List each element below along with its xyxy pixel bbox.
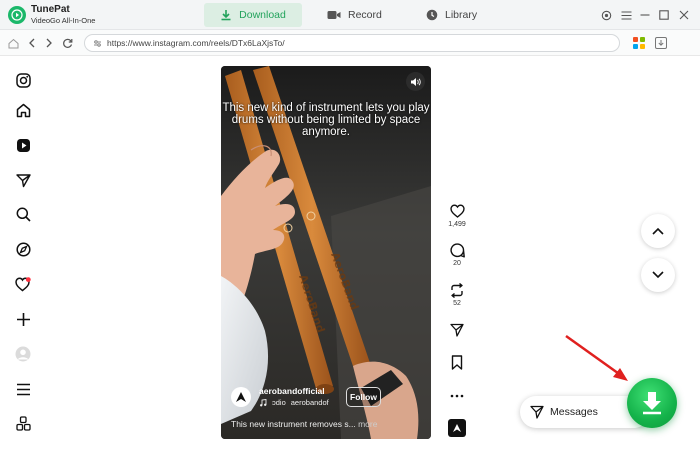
- aeroband-audio-icon: [453, 424, 461, 432]
- address-bar: https://www.instagram.com/reels/DTx6LaXj…: [0, 30, 700, 56]
- tab-library[interactable]: Library: [416, 3, 487, 27]
- share-action[interactable]: [447, 321, 467, 339]
- follow-button[interactable]: Follow: [346, 387, 381, 407]
- download-icon: [221, 10, 231, 21]
- library-icon: [426, 9, 438, 21]
- tunepat-logo-icon: [8, 6, 26, 24]
- chevron-down-icon: [652, 271, 664, 279]
- audio-thumbnail[interactable]: [448, 419, 466, 437]
- home-icon[interactable]: [14, 101, 32, 119]
- save-action[interactable]: [447, 353, 467, 371]
- app-subtitle: VideoGo All-In-One: [31, 16, 96, 25]
- tab-download[interactable]: Download: [204, 3, 302, 27]
- previous-reel-button[interactable]: [641, 214, 675, 248]
- tab-download-label: Download: [239, 9, 286, 21]
- download-video-button[interactable]: [627, 378, 677, 428]
- reels-icon[interactable]: [14, 136, 32, 154]
- close-icon[interactable]: [677, 8, 691, 22]
- aeroband-logo-icon: [236, 392, 246, 402]
- reel-video[interactable]: AeroBand AeroBand This new kind of instr…: [221, 66, 431, 439]
- explore-icon[interactable]: [14, 240, 32, 258]
- tab-library-label: Library: [445, 9, 478, 21]
- apps-grid-icon[interactable]: [632, 36, 646, 50]
- menu-icon[interactable]: [619, 8, 633, 22]
- repost-action[interactable]: 52: [447, 281, 467, 307]
- audio-track: aerobandof: [290, 398, 329, 407]
- more-link[interactable]: more: [358, 419, 377, 429]
- account-name[interactable]: aerobandofficial: [259, 386, 325, 396]
- volume-button[interactable]: [406, 72, 425, 91]
- tab-record[interactable]: Record: [317, 3, 392, 27]
- settings-icon[interactable]: [599, 8, 613, 22]
- meta-apps-icon[interactable]: [14, 414, 32, 432]
- create-plus-icon[interactable]: [14, 310, 32, 328]
- home-nav-icon[interactable]: [6, 36, 20, 50]
- description-text: This new instrument removes s...: [231, 419, 356, 429]
- video-description[interactable]: This new instrument removes s... more: [231, 419, 377, 429]
- search-icon[interactable]: [14, 205, 32, 223]
- reload-icon[interactable]: [60, 36, 74, 50]
- more-options-action[interactable]: [447, 387, 467, 405]
- record-icon: [327, 11, 341, 19]
- bookmark-icon: [447, 353, 467, 371]
- url-text: https://www.instagram.com/reels/DTx6LaXj…: [107, 38, 285, 48]
- title-bar: TunePat VideoGo All-In-One Download Reco…: [0, 0, 700, 30]
- url-input[interactable]: https://www.instagram.com/reels/DTx6LaXj…: [84, 34, 620, 52]
- comment-icon: [447, 241, 467, 259]
- repost-count: 52: [453, 300, 461, 307]
- account-avatar[interactable]: [231, 387, 251, 407]
- download-list-icon[interactable]: [654, 36, 668, 50]
- messages-send-icon: [530, 405, 544, 419]
- download-arrow-icon: [643, 392, 661, 415]
- minimize-icon[interactable]: [638, 8, 652, 22]
- messages-label: Messages: [550, 406, 598, 418]
- next-reel-button[interactable]: [641, 258, 675, 292]
- instagram-logo-icon[interactable]: [14, 71, 32, 89]
- back-icon[interactable]: [25, 36, 39, 50]
- like-count: 1,499: [448, 221, 466, 228]
- tab-record-label: Record: [348, 9, 382, 21]
- comment-action[interactable]: 20: [447, 241, 467, 267]
- app-window: TunePat VideoGo All-In-One Download Reco…: [0, 0, 700, 450]
- share-send-icon: [447, 321, 467, 339]
- notifications-heart-icon[interactable]: [14, 275, 32, 293]
- repost-icon: [447, 281, 467, 299]
- like-heart-icon: [447, 202, 467, 220]
- like-action[interactable]: 1,499: [447, 202, 467, 228]
- app-name: TunePat: [31, 4, 70, 15]
- forward-icon[interactable]: [42, 36, 56, 50]
- more-menu-icon[interactable]: [14, 380, 32, 398]
- video-caption: This new kind of instrument lets you pla…: [222, 102, 430, 138]
- maximize-icon[interactable]: [657, 8, 671, 22]
- comment-count: 20: [453, 260, 461, 267]
- music-note-icon: [260, 398, 267, 406]
- site-info-icon: [94, 40, 101, 47]
- send-icon[interactable]: [14, 171, 32, 189]
- audio-prefix: ɔdio: [272, 398, 286, 407]
- audio-info[interactable]: ɔdio aerobandof: [259, 398, 329, 407]
- more-dots-icon: [447, 387, 467, 405]
- profile-icon[interactable]: [14, 345, 32, 363]
- chevron-up-icon: [652, 227, 664, 235]
- speaker-icon: [411, 77, 421, 86]
